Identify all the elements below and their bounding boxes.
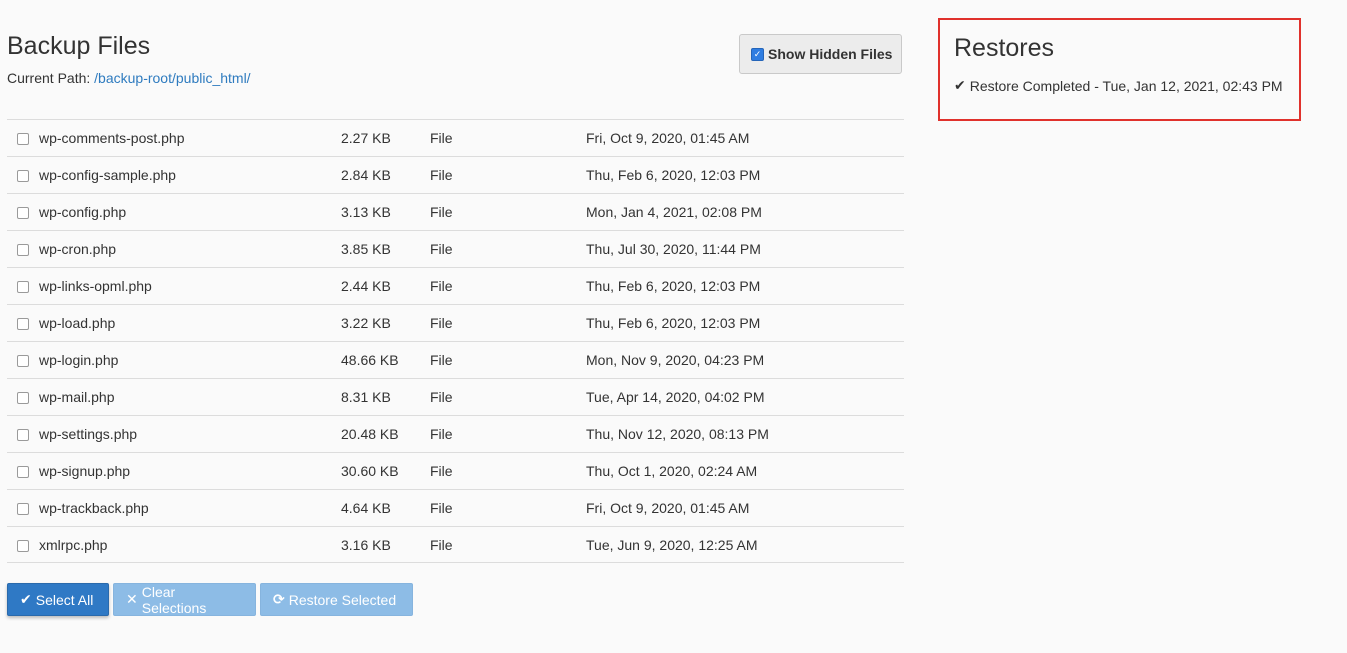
file-size: 8.31 KB [341, 389, 391, 405]
file-row[interactable]: wp-cron.php 3.85 KB File Thu, Jul 30, 2020,… [7, 230, 904, 267]
file-date: Thu, Jul 30, 2020, 11:44 PM [586, 241, 761, 257]
file-name: wp-signup.php [39, 463, 131, 479]
current-path-label: Current Path: [7, 70, 91, 86]
file-row[interactable]: wp-links-opml.php 2.44 KB File Thu, Feb 6, … [7, 267, 904, 304]
file-date: Fri, Oct 9, 2020, 01:45 AM [586, 130, 750, 146]
clear-selections-label: Clear Selections [141, 583, 207, 616]
file-name: wp-cron.php [39, 241, 117, 257]
file-date: Thu, Oct 1, 2020, 02:24 AM [586, 463, 758, 479]
file-date: Mon, Nov 9, 2020, 04:23 PM [586, 352, 765, 368]
scrolled-file-list-top [7, 96, 904, 120]
file-size: 2.27 KB [341, 130, 391, 146]
file-type: File [430, 463, 453, 479]
check-icon: ✔ [954, 77, 966, 93]
restores-panel: Restores ✔ Restore Completed - Tue, Jan … [938, 18, 1301, 121]
file-type: File [430, 500, 453, 516]
file-checkbox[interactable] [17, 540, 29, 552]
file-checkbox[interactable] [17, 392, 29, 404]
file-row[interactable]: wp-signup.php 30.60 KB File Thu, Oct 1, 202… [7, 452, 904, 489]
file-checkbox[interactable] [17, 244, 29, 256]
restore-status-text: Restore Completed - Tue, Jan 12, 2021, 0… [969, 77, 1283, 94]
file-checkbox[interactable] [17, 466, 29, 478]
current-path-link[interactable]: /backup-root/public_html/ [94, 70, 250, 86]
file-date: Thu, Nov 12, 2020, 08:13 PM [586, 426, 769, 442]
file-date: Tue, Apr 14, 2020, 04:02 PM [586, 389, 765, 405]
action-buttons: ✔ Select All ✕ Clear Selections ⟳ Restor… [7, 583, 413, 616]
file-row[interactable]: wp-config-sample.php 2.84 KB File Thu, Feb … [7, 156, 904, 193]
file-type: File [430, 204, 453, 220]
file-checkbox[interactable] [17, 207, 29, 219]
file-date: Thu, Feb 6, 2020, 12:03 PM [586, 278, 761, 294]
current-path: Current Path: /backup-root/public_html/ [7, 70, 251, 86]
file-row[interactable]: wp-trackback.php 4.64 KB File Fri, Oct 9, 2… [7, 489, 904, 526]
page: Backup Files Current Path: /backup-root/… [0, 0, 1347, 653]
file-type: File [430, 278, 453, 294]
file-list: wp-comments-post.php 2.27 KB File Fri, Oct … [7, 119, 904, 563]
file-checkbox[interactable] [17, 170, 29, 182]
file-checkbox[interactable] [17, 133, 29, 145]
restores-title: Restores [954, 34, 1055, 62]
refresh-icon: ⟳ [273, 591, 285, 607]
restore-selected-button[interactable]: ⟳ Restore Selected [260, 583, 413, 616]
file-date: Tue, Jun 9, 2020, 12:25 AM [586, 537, 758, 553]
file-size: 2.84 KB [341, 167, 391, 183]
page-title: Backup Files [7, 32, 151, 60]
file-type: File [430, 352, 453, 368]
file-row[interactable]: wp-load.php 3.22 KB File Thu, Feb 6, 2020, … [7, 304, 904, 341]
file-size: 3.16 KB [341, 537, 391, 553]
file-size: 30.60 KB [341, 463, 399, 479]
file-name: wp-config-sample.php [39, 167, 176, 183]
file-name: wp-mail.php [39, 389, 115, 405]
file-size: 48.66 KB [341, 352, 399, 368]
check-icon: ✔ [20, 591, 32, 607]
file-date: Thu, Feb 6, 2020, 12:03 PM [586, 315, 761, 331]
file-row[interactable]: wp-mail.php 8.31 KB File Tue, Apr 14, 2020,… [7, 378, 904, 415]
file-checkbox[interactable] [17, 503, 29, 515]
file-date: Thu, Feb 6, 2020, 12:03 PM [586, 167, 761, 183]
file-name: wp-comments-post.php [39, 130, 185, 146]
file-date: Fri, Oct 9, 2020, 01:45 AM [586, 500, 750, 516]
file-checkbox[interactable] [17, 318, 29, 330]
file-name: wp-links-opml.php [39, 278, 152, 294]
file-type: File [430, 130, 453, 146]
clear-selections-button[interactable]: ✕ Clear Selections [113, 583, 256, 616]
file-row[interactable]: xmlrpc.php 3.16 KB File Tue, Jun 9, 2020, 1… [7, 526, 904, 563]
file-size: 3.13 KB [341, 204, 391, 220]
file-type: File [430, 315, 453, 331]
file-checkbox[interactable] [17, 281, 29, 293]
file-type: File [430, 389, 453, 405]
times-icon: ✕ [126, 591, 138, 607]
file-checkbox[interactable] [17, 355, 29, 367]
file-size: 4.64 KB [341, 500, 391, 516]
show-hidden-files-checkbox[interactable]: ✓ [751, 47, 764, 61]
file-type: File [430, 241, 453, 257]
file-row[interactable]: wp-settings.php 20.48 KB File Thu, Nov 12, … [7, 415, 904, 452]
file-size: 3.22 KB [341, 315, 391, 331]
file-name: wp-load.php [39, 315, 116, 331]
restore-status: ✔ Restore Completed - Tue, Jan 12, 2021,… [954, 77, 1283, 94]
file-type: File [430, 167, 453, 183]
file-row[interactable]: wp-comments-post.php 2.27 KB File Fri, Oct … [7, 119, 904, 156]
file-size: 3.85 KB [341, 241, 391, 257]
file-type: File [430, 426, 453, 442]
file-size: 20.48 KB [341, 426, 399, 442]
restore-selected-label: Restore Selected [288, 591, 397, 608]
file-name: wp-trackback.php [39, 500, 149, 516]
file-name: xmlrpc.php [39, 537, 108, 553]
file-size: 2.44 KB [341, 278, 391, 294]
select-all-button[interactable]: ✔ Select All [7, 583, 109, 616]
file-name: wp-config.php [39, 204, 127, 220]
file-name: wp-login.php [39, 352, 119, 368]
file-checkbox[interactable] [17, 429, 29, 441]
file-row[interactable]: wp-config.php 3.13 KB File Mon, Jan 4, 2021… [7, 193, 904, 230]
file-type: File [430, 537, 453, 553]
show-hidden-files-button[interactable]: ✓ Show Hidden Files [739, 34, 902, 74]
file-row[interactable]: wp-login.php 48.66 KB File Mon, Nov 9, 2020… [7, 341, 904, 378]
file-date: Mon, Jan 4, 2021, 02:08 PM [586, 204, 762, 220]
show-hidden-files-label: Show Hidden Files [768, 46, 893, 62]
select-all-label: Select All [35, 591, 94, 608]
file-name: wp-settings.php [39, 426, 138, 442]
